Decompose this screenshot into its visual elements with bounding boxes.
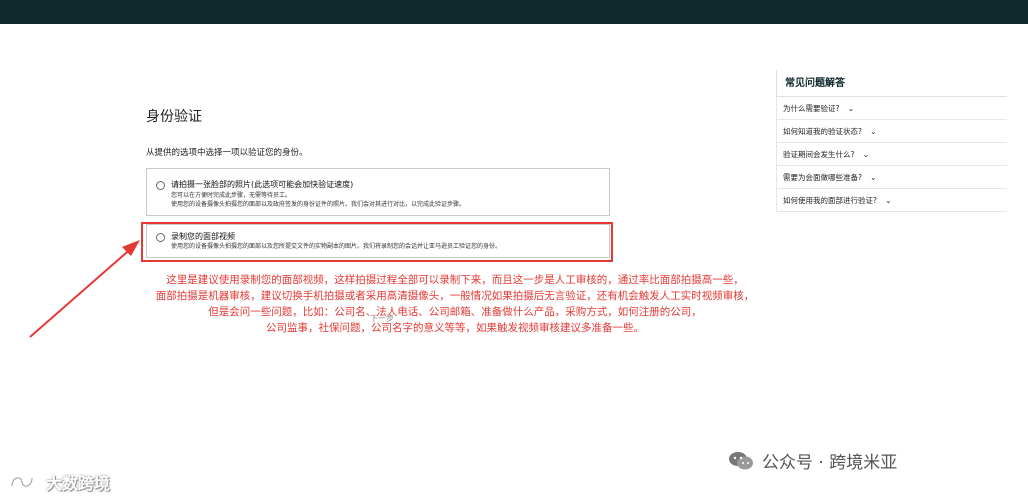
- brand-logo-icon: [10, 476, 34, 488]
- annotation-line: 面部拍摄是机器审核，建议切换手机拍摄或者采用高清摄像头，一般情况如果拍摄后无言验…: [155, 290, 755, 302]
- annotation-line: 但是会问一些问题，比如：公司名、法人电话、公司邮箱、准备做什么产品，采购方式，如…: [208, 306, 702, 318]
- wechat-watermark: 公众号 · 跨境米亚: [728, 448, 897, 473]
- brand-watermark: 大数跨境: [8, 470, 110, 494]
- chevron-down-icon: ⌄: [884, 195, 892, 205]
- chevron-down-icon: ⌄: [869, 172, 877, 182]
- faq-item[interactable]: 如何知道我的验证状态? ⌄: [776, 120, 1007, 143]
- chevron-down-icon: ⌄: [847, 103, 855, 113]
- faq-item[interactable]: 为什么需要验证? ⌄: [776, 97, 1007, 120]
- faq-item-label: 如何使用我的面部进行验证?: [783, 195, 877, 205]
- watermark-brand-text: 大数跨境: [46, 474, 111, 493]
- watermark-text: 公众号 · 跨境米亚: [762, 453, 898, 473]
- faq-item-label: 为什么需要验证?: [783, 103, 840, 113]
- faq-item[interactable]: 如何使用我的面部进行验证? ⌄: [776, 189, 1007, 212]
- next-button[interactable]: 下一步: [370, 313, 394, 324]
- faq-panel: 常见问题解答 为什么需要验证? ⌄ 如何知道我的验证状态? ⌄ 验证期间会发生什…: [776, 70, 1007, 212]
- annotation-line: 这里是建议使用录制您的面部视频，这样拍摄过程全部可以录制下来，而且这一步是人工审…: [166, 274, 744, 286]
- chevron-down-icon: ⌄: [869, 126, 877, 136]
- chevron-down-icon: ⌄: [862, 149, 870, 159]
- faq-item[interactable]: 需要为会面做哪些准备? ⌄: [776, 166, 1007, 189]
- annotation-text: 这里是建议使用录制您的面部视频，这样拍摄过程全部可以录制下来，而且这一步是人工审…: [95, 272, 815, 336]
- faq-item-label: 如何知道我的验证状态?: [783, 126, 862, 136]
- wechat-icon: [729, 451, 753, 469]
- faq-title: 常见问题解答: [776, 70, 1007, 97]
- annotation-line: 公司监事，社保问题，公司名字的意义等等，如果触发视频审核建议多准备一些。: [266, 322, 644, 334]
- faq-item-label: 需要为会面做哪些准备?: [783, 172, 862, 182]
- faq-item-label: 验证期间会发生什么?: [783, 149, 855, 159]
- faq-item[interactable]: 验证期间会发生什么? ⌄: [776, 143, 1007, 166]
